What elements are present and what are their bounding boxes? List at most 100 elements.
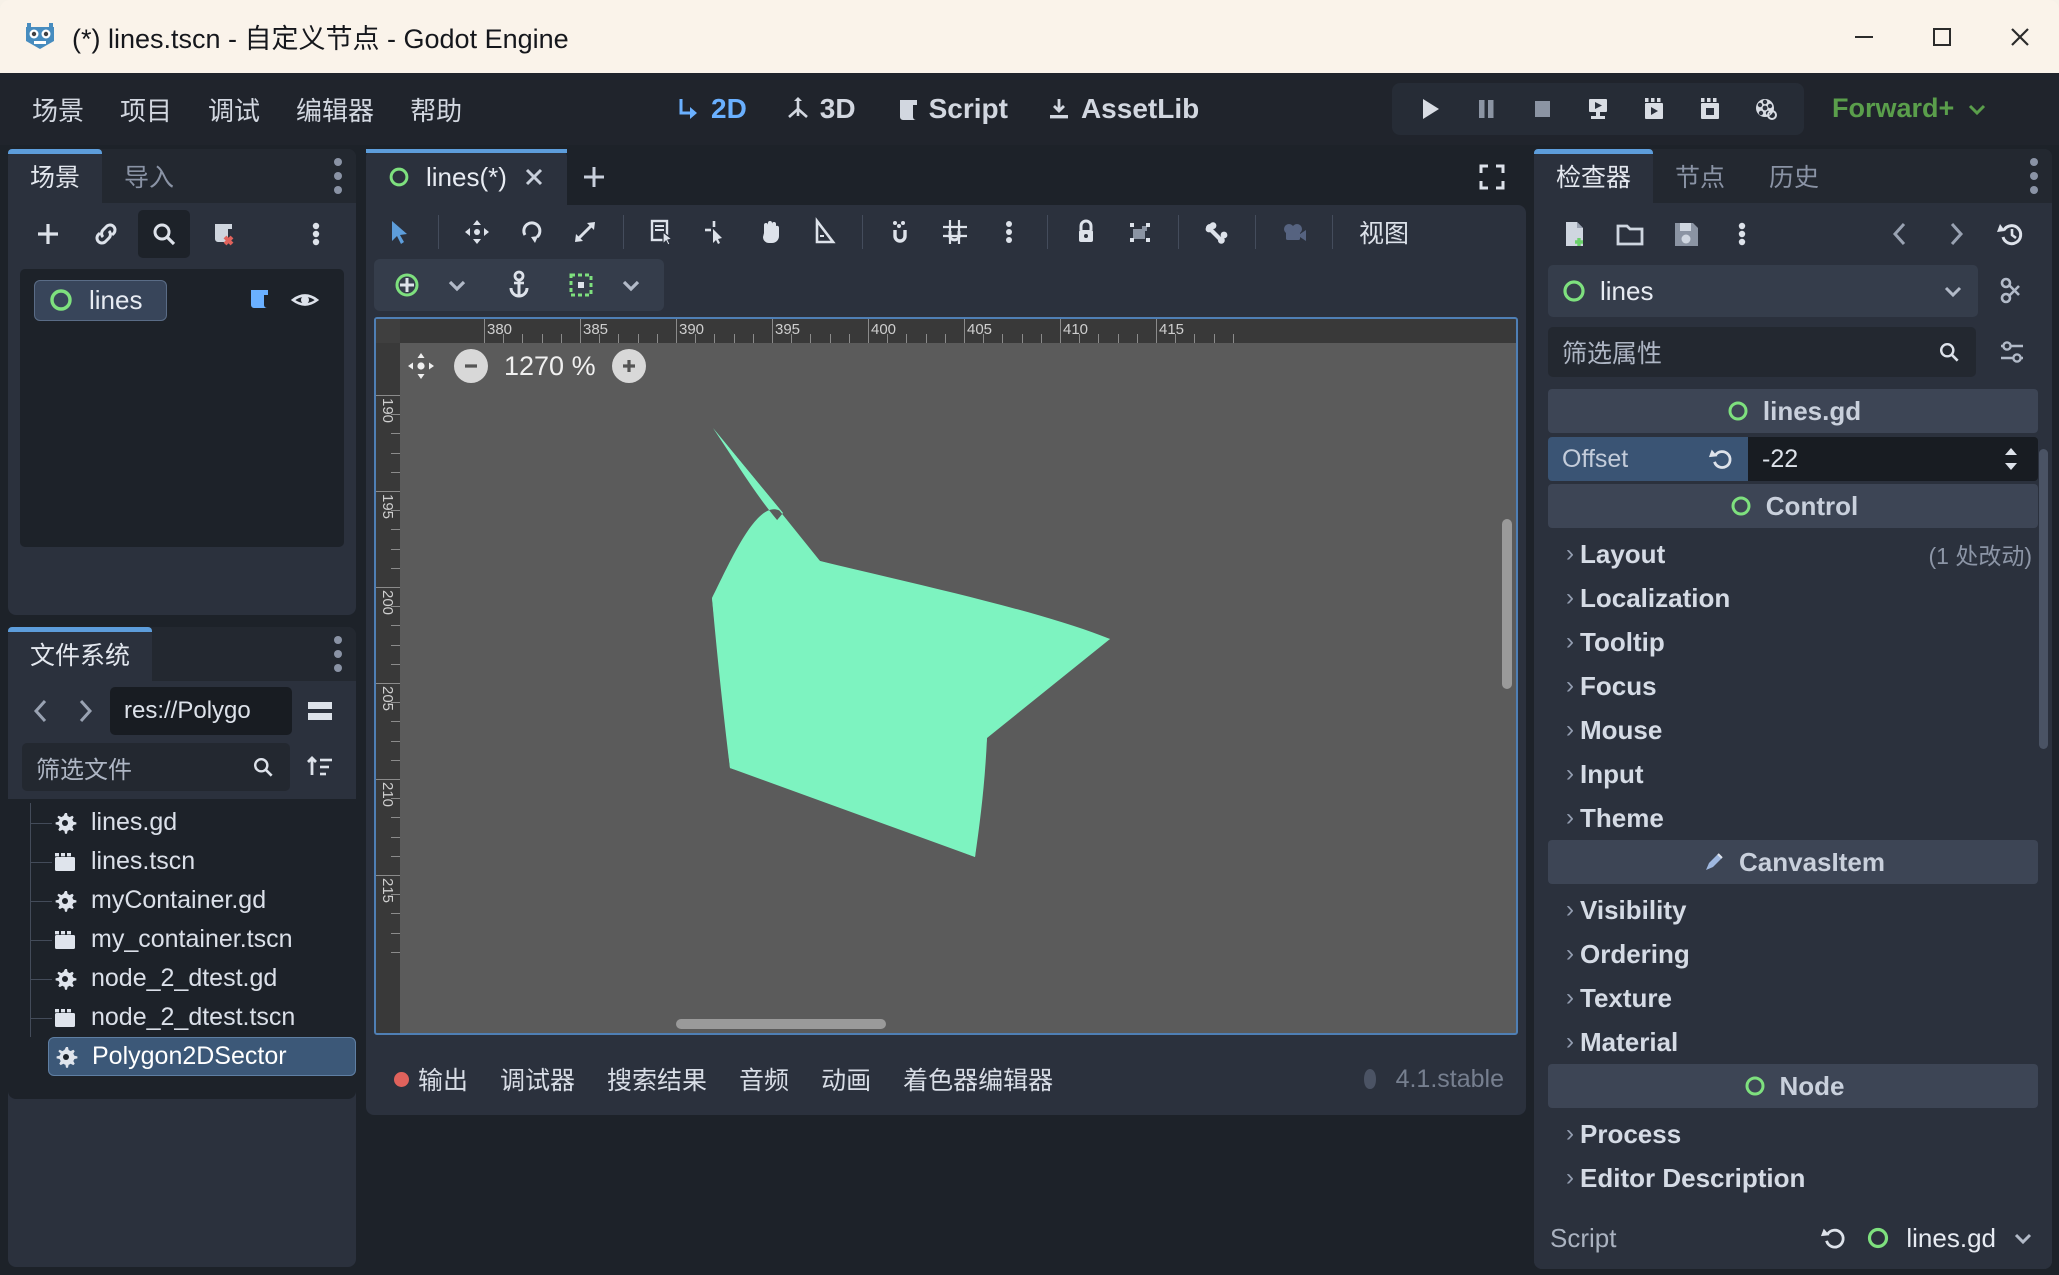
viewport-vertical-scrollbar[interactable] xyxy=(1502,519,1512,689)
viewport-horizontal-scrollbar[interactable] xyxy=(676,1019,886,1029)
scene-tab-lines[interactable]: lines(*) xyxy=(366,149,567,205)
scene-node-lines[interactable]: lines xyxy=(34,280,167,321)
history-forward-button[interactable] xyxy=(1930,210,1982,258)
ruler-mode-button[interactable] xyxy=(798,209,850,255)
bottom-panel-tab[interactable]: 动画 xyxy=(807,1053,885,1105)
inspector-group[interactable]: › Input xyxy=(1548,752,2038,796)
canvas-viewport[interactable]: 380385390395400405410415 190195200205210… xyxy=(374,317,1518,1035)
run-current-scene-button[interactable] xyxy=(1574,87,1622,131)
menu-help[interactable]: 帮助 xyxy=(392,85,480,134)
zoom-out-button[interactable] xyxy=(454,349,488,383)
file-list-item[interactable]: lines.tscn xyxy=(8,842,356,881)
tab-assetlib[interactable]: AssetLib xyxy=(1030,85,1215,133)
stop-button[interactable] xyxy=(1518,87,1566,131)
history-button[interactable] xyxy=(1986,210,2038,258)
zoom-level-label[interactable]: 1270 % xyxy=(504,351,596,382)
tab-filesystem[interactable]: 文件系统 xyxy=(8,627,152,681)
revert-icon[interactable] xyxy=(1708,445,1736,473)
nav-back-button[interactable] xyxy=(22,689,60,733)
filesystem-filter-input[interactable]: 筛选文件 xyxy=(22,743,290,791)
inspector-group[interactable]: › Layout(1 处改动) xyxy=(1548,532,2038,576)
file-list-item[interactable]: Polygon2DSector xyxy=(48,1037,356,1076)
container-preset-dropdown[interactable] xyxy=(608,264,654,306)
filesystem-file-list[interactable]: lines.gd lines.tscn myContainer.gd my_co… xyxy=(8,799,356,1099)
resource-options-button[interactable] xyxy=(1716,210,1768,258)
inspector-group[interactable]: › Process xyxy=(1548,1112,2038,1156)
open-documentation-button[interactable] xyxy=(1986,267,2038,315)
select-mode-button[interactable] xyxy=(374,209,426,255)
close-icon[interactable] xyxy=(521,164,547,190)
inspector-property-offset[interactable]: Offset -22 xyxy=(1548,437,2038,481)
tab-3d[interactable]: 3D xyxy=(769,85,872,133)
filesystem-dock-menu-button[interactable] xyxy=(334,636,342,672)
load-resource-button[interactable] xyxy=(1604,210,1656,258)
new-resource-button[interactable] xyxy=(1548,210,1600,258)
click-select-button[interactable] xyxy=(690,209,742,255)
tab-history[interactable]: 历史 xyxy=(1747,149,1841,203)
file-list-item[interactable]: my_container.tscn xyxy=(8,920,356,959)
inspector-dock-menu-button[interactable] xyxy=(2030,158,2038,194)
tab-scene[interactable]: 场景 xyxy=(8,149,102,203)
inspector-property-list[interactable]: lines.gd Offset -22 Control› Layout(1 处改… xyxy=(1534,389,2052,1200)
revert-icon[interactable] xyxy=(1820,1223,1850,1253)
bottom-panel-tab[interactable]: 音频 xyxy=(725,1053,803,1105)
inspector-group[interactable]: › Theme xyxy=(1548,796,2038,840)
file-list-item[interactable]: node_2_dtest.gd xyxy=(8,959,356,998)
detach-script-button[interactable] xyxy=(196,210,248,258)
file-list-item[interactable]: lines.gd xyxy=(8,803,356,842)
inspector-group[interactable]: › Visibility xyxy=(1548,888,2038,932)
grid-snap-button[interactable] xyxy=(929,209,981,255)
add-scene-tab-button[interactable] xyxy=(567,149,621,205)
history-back-button[interactable] xyxy=(1874,210,1926,258)
container-preset-button[interactable] xyxy=(558,264,604,306)
script-row-value[interactable]: lines.gd xyxy=(1906,1223,1996,1254)
move-mode-button[interactable] xyxy=(451,209,503,255)
add-node-button[interactable] xyxy=(22,210,74,258)
distraction-free-button[interactable] xyxy=(1468,155,1516,199)
filesystem-sort-button[interactable] xyxy=(298,745,342,789)
play-movie-button[interactable] xyxy=(1630,87,1678,131)
scene-tree-row-lines[interactable]: lines xyxy=(28,277,336,323)
snap-mode-button[interactable] xyxy=(875,209,927,255)
inspector-group[interactable]: › Mouse xyxy=(1548,708,2038,752)
nav-forward-button[interactable] xyxy=(66,689,104,733)
camera-override-button[interactable] xyxy=(1268,209,1320,255)
filter-nodes-button[interactable] xyxy=(138,210,190,258)
inspector-group[interactable]: › Material xyxy=(1548,1020,2038,1064)
view-menu-button[interactable]: 视图 xyxy=(1345,208,1423,256)
center-view-icon[interactable] xyxy=(404,349,438,383)
anchor-mode-button[interactable] xyxy=(496,264,542,306)
menu-editor[interactable]: 编辑器 xyxy=(278,85,392,134)
inspector-filter-input[interactable]: 筛选属性 xyxy=(1548,327,1976,377)
menu-scene[interactable]: 场景 xyxy=(14,85,102,134)
lock-button[interactable] xyxy=(1060,209,1112,255)
scene-dock-menu-button[interactable] xyxy=(334,158,342,194)
inspector-group[interactable]: › Editor Description xyxy=(1548,1156,2038,1200)
pause-button[interactable] xyxy=(1462,87,1510,131)
play-button[interactable] xyxy=(1406,87,1454,131)
close-button[interactable] xyxy=(1981,0,2059,73)
bottom-panel-tab[interactable]: 搜索结果 xyxy=(593,1053,721,1105)
tab-node[interactable]: 节点 xyxy=(1653,149,1747,203)
scene-tree[interactable]: lines xyxy=(20,269,344,547)
skeleton-button[interactable] xyxy=(1191,209,1243,255)
pan-mode-button[interactable] xyxy=(744,209,796,255)
visibility-eye-icon[interactable] xyxy=(290,285,320,315)
bottom-panel-tab[interactable]: 输出 xyxy=(380,1053,482,1105)
bottom-panel-tab[interactable]: 调试器 xyxy=(486,1053,589,1105)
bottom-panel-tab[interactable]: 着色器编辑器 xyxy=(889,1053,1067,1105)
property-value-cell[interactable]: -22 xyxy=(1748,437,2038,481)
zoom-in-button[interactable] xyxy=(612,349,646,383)
play-custom-scene-button[interactable] xyxy=(1686,87,1734,131)
scene-options-button[interactable] xyxy=(290,210,342,258)
instantiate-scene-button[interactable] xyxy=(80,210,132,258)
tab-inspector[interactable]: 检查器 xyxy=(1534,149,1653,203)
inspector-group[interactable]: › Focus xyxy=(1548,664,2038,708)
scale-mode-button[interactable] xyxy=(559,209,611,255)
anchor-preset-button[interactable] xyxy=(384,264,430,306)
split-mode-button[interactable] xyxy=(298,689,342,733)
inspector-node-selector[interactable]: lines xyxy=(1548,265,1978,317)
polygon2d-shape[interactable] xyxy=(400,343,1518,1035)
object-tools-button[interactable] xyxy=(1986,328,2038,376)
maximize-button[interactable] xyxy=(1903,0,1981,73)
